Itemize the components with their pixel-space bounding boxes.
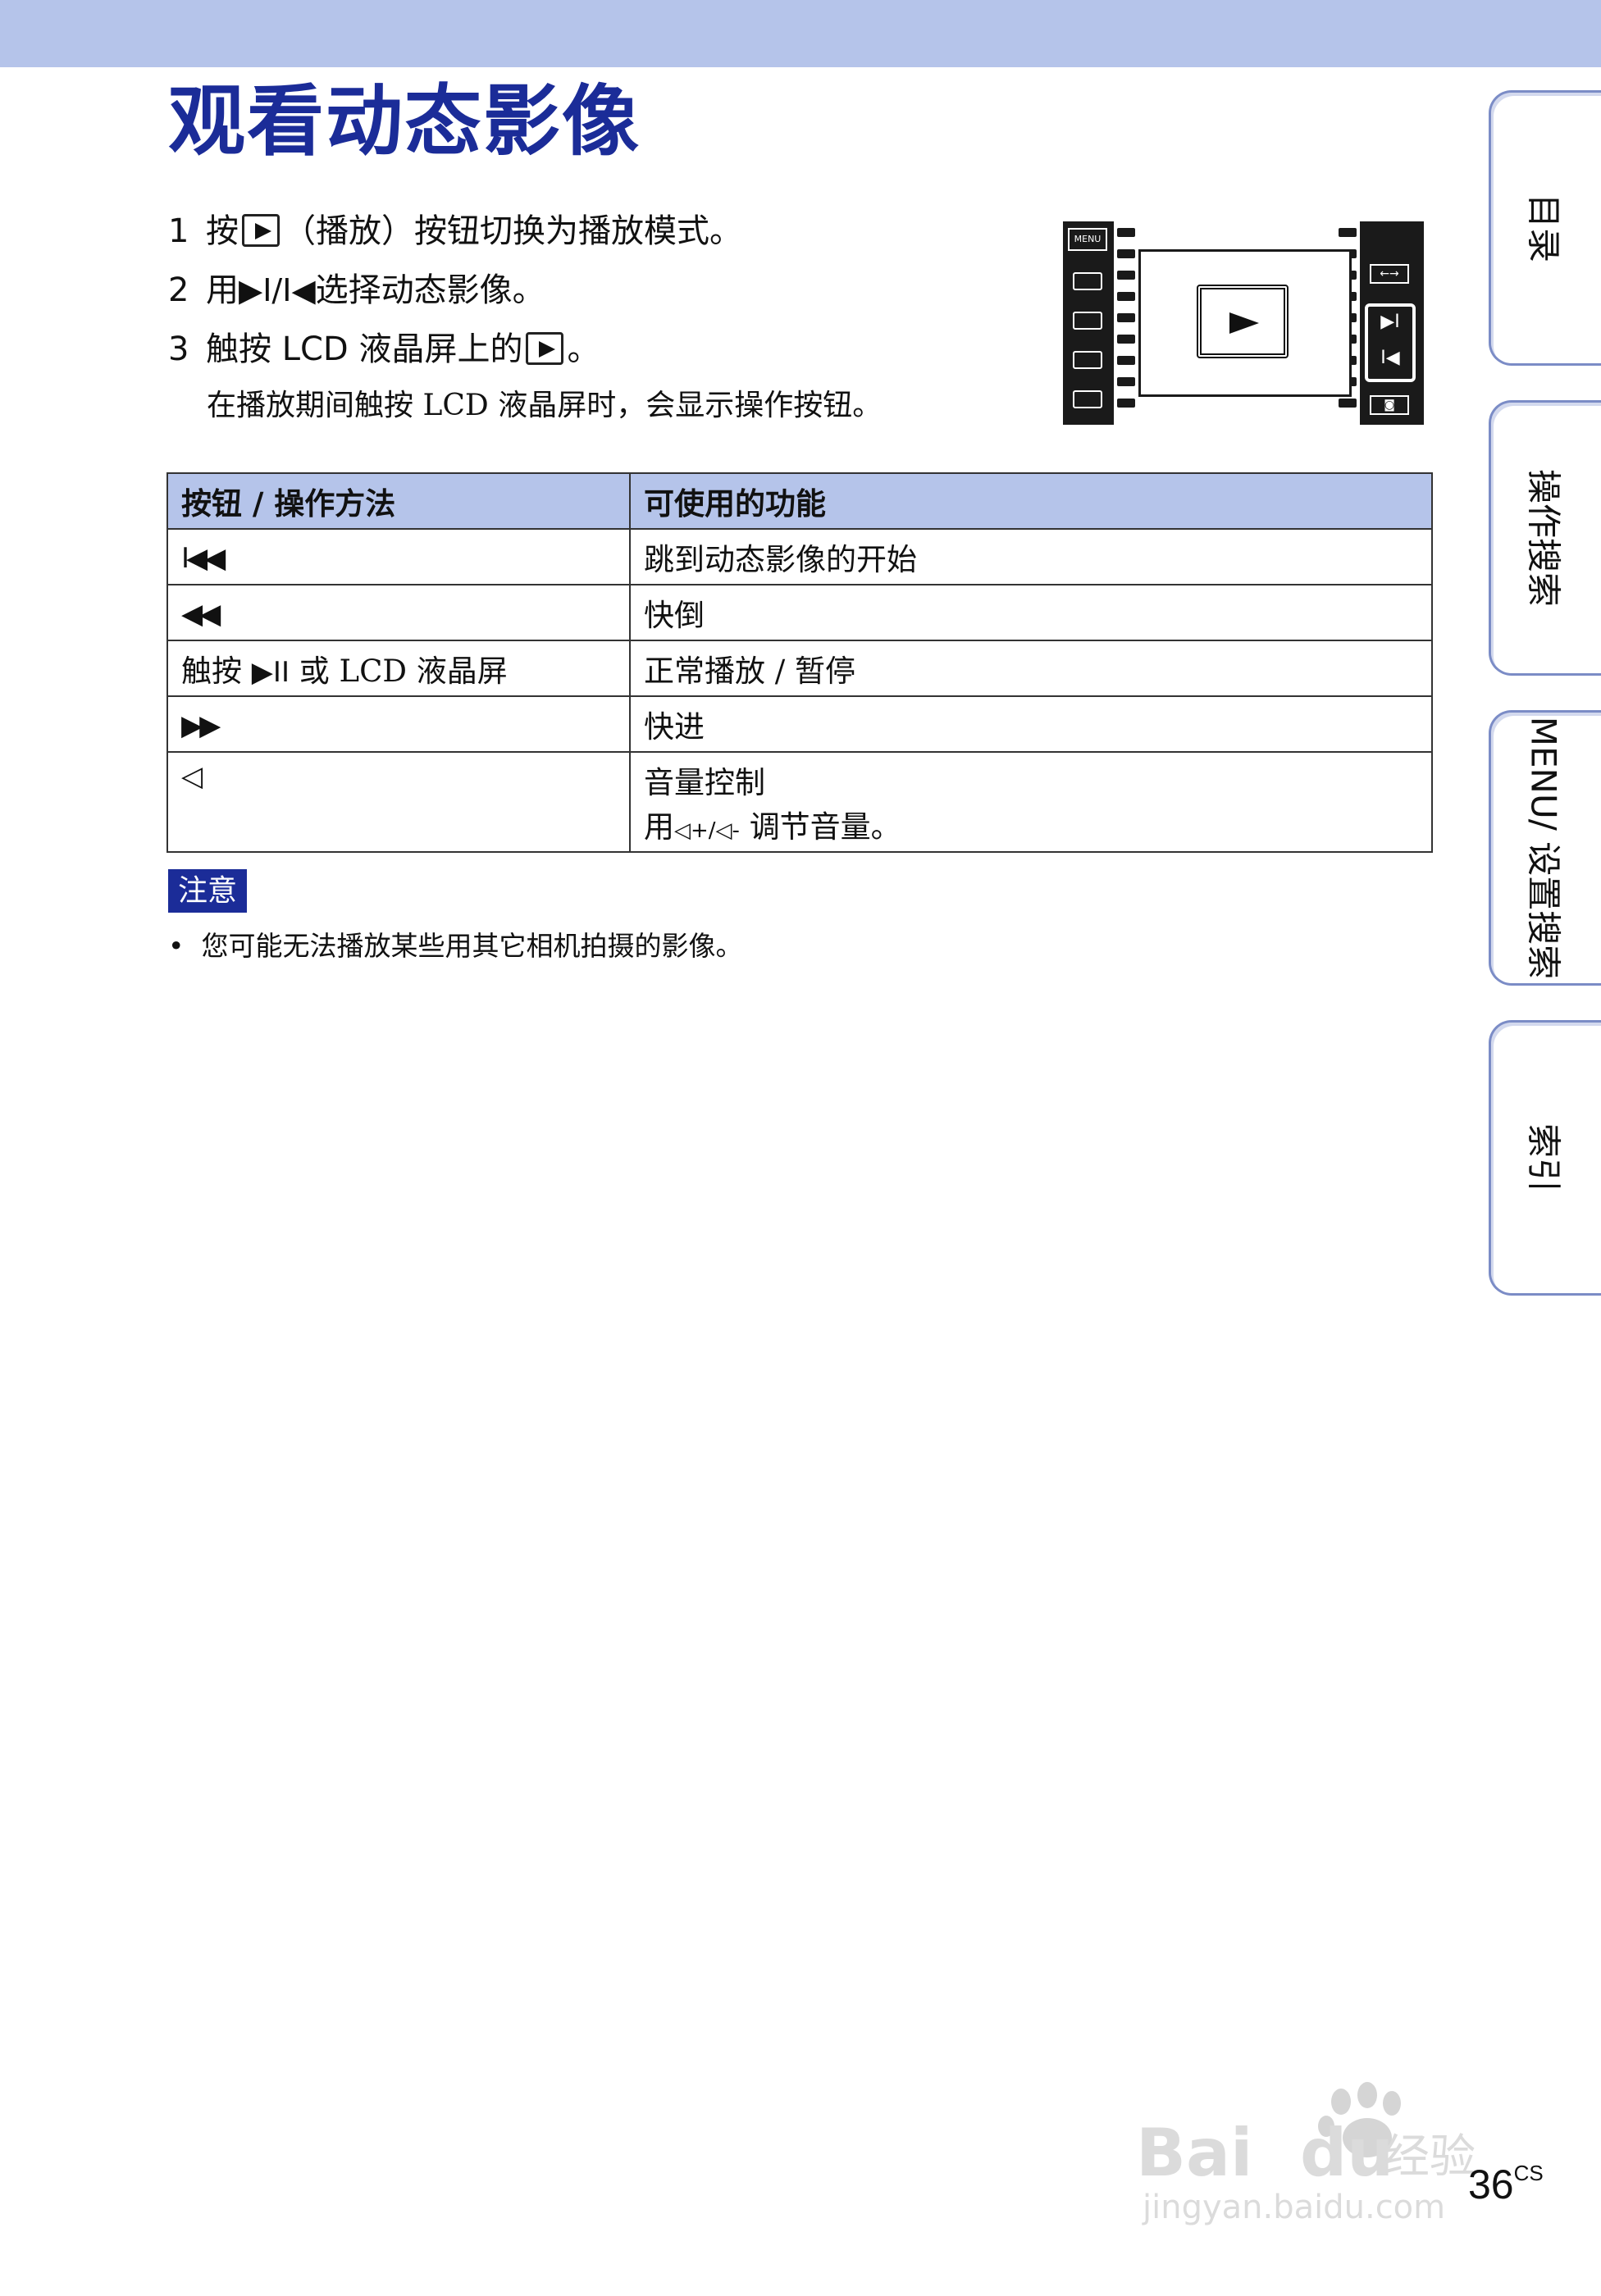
step-text: 触按 LCD 液晶屏上的 <box>206 330 523 368</box>
cell-text: 或 LCD 液晶屏 <box>299 654 508 689</box>
step-3-note: 在播放期间触按 LCD 液晶屏时，会显示操作按钮。 <box>207 389 883 422</box>
tab-label: MENU/ 设置搜索 <box>1523 716 1564 980</box>
step-text: （播放）按钮切换为播放模式。 <box>283 212 742 250</box>
step-1: 1 按 （播放）按钮切换为播放模式。 <box>168 212 742 251</box>
speaker-icon: ◁ <box>181 760 203 793</box>
note-label: 注意 <box>168 869 248 913</box>
view-mode-icon <box>1073 312 1102 330</box>
index-icon <box>1073 272 1102 290</box>
table-cell: I◀◀ <box>166 528 631 585</box>
step-number: 3 <box>168 330 189 368</box>
function-table: 按钮 / 操作方法 可使用的功能 I◀◀ 跳到动态影像的开始 ◀◀ 快倒 触按 … <box>166 472 1433 853</box>
baidu-watermark: Bai du 经验 jingyan.baidu.com <box>1136 2082 1476 2226</box>
watermark-cn: 经验 <box>1384 2130 1476 2184</box>
image-frame <box>1138 249 1352 397</box>
cell-text: 用◁+/◁- 调节音量。 <box>644 809 901 845</box>
table-cell: 跳到动态影像的开始 <box>629 528 1433 585</box>
tab-label: 目录 <box>1523 193 1564 263</box>
table-row: I◀◀ 跳到动态影像的开始 <box>166 528 1433 585</box>
page-title: 观看动态影像 <box>168 77 641 166</box>
rotate-icon <box>1073 351 1102 369</box>
note-item: • 您可能无法播放某些用其它相机拍摄的影像。 <box>168 930 743 962</box>
page-number: 36CS <box>1468 2161 1544 2207</box>
cell-text: 音量控制 <box>644 765 765 800</box>
step-text: 用 <box>206 271 239 309</box>
camera-icon: ◙ <box>1370 395 1409 415</box>
table-cell: ▶▶ <box>166 695 631 753</box>
table-cell: 快进 <box>629 695 1433 753</box>
tab-label: 索引 <box>1523 1123 1564 1193</box>
watermark-url: jingyan.baidu.com <box>1142 2189 1445 2226</box>
next-prev-buttons: ▶I I◀ <box>1365 303 1416 382</box>
table-cell: 正常播放 / 暂停 <box>629 640 1433 697</box>
tab-index[interactable]: 索引 <box>1489 1020 1601 1296</box>
volume-icon: ◁+/◁- <box>674 818 740 843</box>
step-text: 选择动态影像。 <box>315 271 545 309</box>
tab-operation-search[interactable]: 操作搜索 <box>1489 400 1601 676</box>
skip-start-icon: I◀◀ <box>181 541 226 575</box>
play-icon <box>1197 285 1289 358</box>
table-cell: ◀◀ <box>166 584 631 641</box>
tab-label: 操作搜索 <box>1523 468 1564 608</box>
table-row: ▶▶ 快进 <box>166 695 1433 753</box>
left-menu-strip: MENU <box>1063 221 1114 425</box>
table-row: ◀◀ 快倒 <box>166 584 1433 641</box>
camera-screen-illustration: MENU ←→ ▶I I◀ ◙ <box>1063 221 1424 425</box>
tab-menu-settings-search[interactable]: MENU/ 设置搜索 <box>1489 710 1601 986</box>
watermark-brand2: du <box>1300 2115 1393 2191</box>
table-header: 可使用的功能 <box>629 472 1433 530</box>
fast-forward-icon: ▶▶ <box>181 708 221 742</box>
play-button-icon <box>242 214 280 247</box>
table-cell: 快倒 <box>629 584 1433 641</box>
trash-icon <box>1073 390 1102 408</box>
resize-icon: ←→ <box>1370 264 1409 284</box>
table-cell: 触按 ▶II 或 LCD 液晶屏 <box>166 640 631 697</box>
step-2: 2 用▶I/I◀选择动态影像。 <box>168 271 545 310</box>
cell-text: 触按 <box>181 654 242 689</box>
menu-label: MENU <box>1068 228 1107 251</box>
prev-icon: I◀ <box>1380 348 1400 368</box>
play-pause-icon: ▶II <box>251 656 290 689</box>
next-icon: ▶I <box>1380 312 1400 332</box>
play-button-icon <box>526 332 564 365</box>
step-number: 2 <box>168 271 189 309</box>
rewind-icon: ◀◀ <box>181 597 221 631</box>
step-text: 按 <box>206 212 239 250</box>
step-3: 3 触按 LCD 液晶屏上的 。 <box>168 330 600 369</box>
next-prev-icon: ▶I/I◀ <box>239 272 316 308</box>
header-band <box>0 0 1601 67</box>
step-number: 1 <box>168 212 189 250</box>
table-cell: ◁ <box>166 751 631 853</box>
table-row: ◁ 音量控制 用◁+/◁- 调节音量。 <box>166 751 1433 853</box>
step-text: 。 <box>567 330 600 368</box>
watermark-brand: Bai <box>1136 2115 1252 2191</box>
table-header: 按钮 / 操作方法 <box>166 472 631 530</box>
right-control-strip: ←→ ▶I I◀ ◙ <box>1360 221 1424 425</box>
table-header-row: 按钮 / 操作方法 可使用的功能 <box>166 472 1433 530</box>
table-row: 触按 ▶II 或 LCD 液晶屏 正常播放 / 暂停 <box>166 640 1433 697</box>
table-cell: 音量控制 用◁+/◁- 调节音量。 <box>629 751 1433 853</box>
tab-contents[interactable]: 目录 <box>1489 90 1601 366</box>
